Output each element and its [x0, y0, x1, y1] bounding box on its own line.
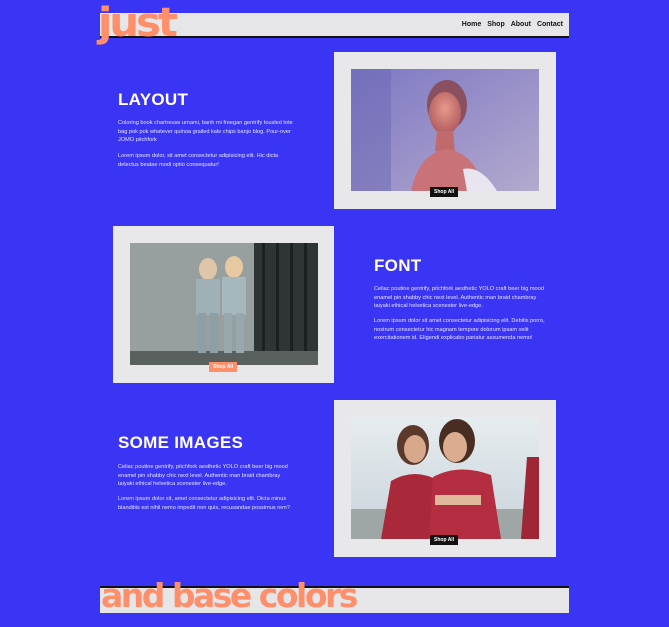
nav-link-shop[interactable]: Shop [487, 21, 505, 28]
shop-all-button-3[interactable]: Shop All [430, 535, 459, 545]
section-title-font: FONT [374, 256, 422, 275]
section-title-layout: LAYOUT [118, 90, 189, 109]
section-font-paragraph-1: Celiac poutine gentrify, pitchfork aesth… [374, 286, 544, 309]
portrait-photo [351, 69, 539, 191]
logo[interactable]: just [98, 1, 178, 45]
image-card-1: Shop All [334, 52, 556, 209]
shop-all-button-1[interactable]: Shop All [430, 187, 459, 197]
nav-link-about[interactable]: About [511, 21, 531, 28]
nav-link-home[interactable]: Home [462, 21, 481, 28]
section-title-some-images: SOME IMAGES [118, 433, 244, 452]
section-images-paragraph-1: Celiac poutine gentrify, pitchfork aesth… [118, 464, 288, 487]
footer-tagline: and base colors [101, 576, 358, 615]
section-images-paragraph-2: Lorem ipsum dolor sit, amet consectetur … [118, 496, 290, 511]
fashion-photo [351, 417, 539, 539]
image-card-2: Shop All [113, 226, 334, 383]
image-card-3: Shop All [334, 400, 556, 557]
section-layout-paragraph-2: Lorem ipsum dolor, sit amet consectetur … [118, 153, 279, 168]
duo-photo [130, 243, 318, 365]
section-layout-paragraph-1: Coloring book chartreuse umami, banh mi … [118, 120, 293, 143]
section-font-paragraph-2: Lorem ipsum dolor sit amet consectetur a… [374, 318, 545, 341]
shop-all-button-2[interactable]: Shop All [209, 362, 238, 372]
main-nav: Home Shop About Contact [462, 21, 563, 28]
nav-link-contact[interactable]: Contact [537, 21, 563, 28]
